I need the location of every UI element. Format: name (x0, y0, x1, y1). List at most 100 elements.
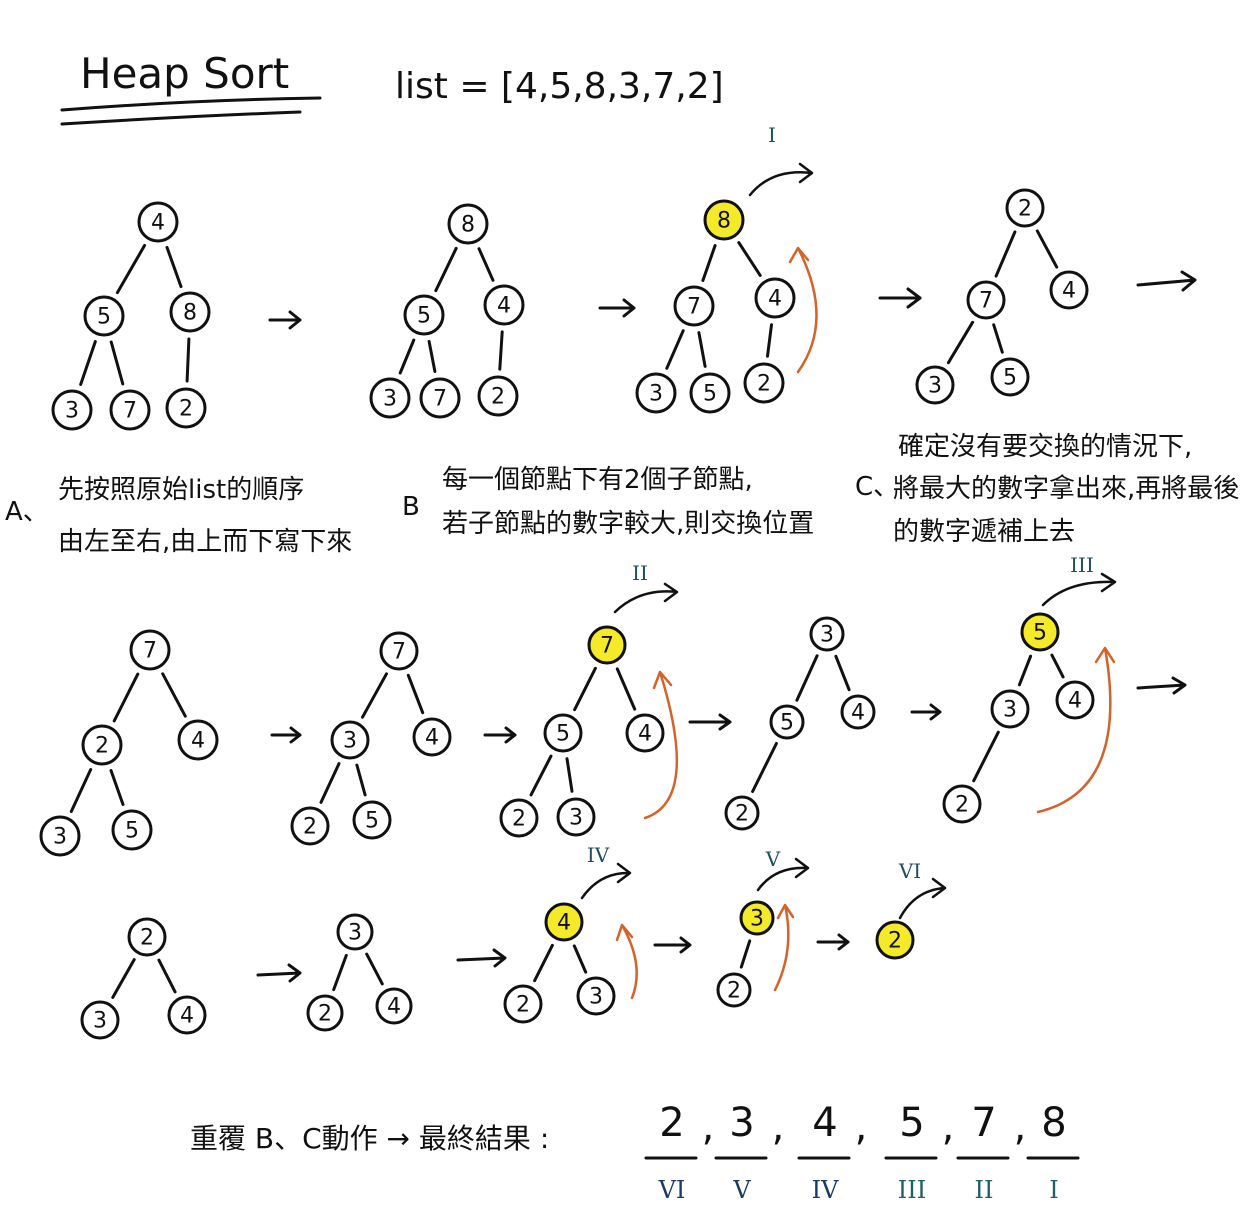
heap-node: 2 (290, 806, 330, 846)
heap-tree: 7 5 4 2 3 II (499, 561, 665, 838)
node-value: 4 (638, 722, 652, 747)
node-value: 3 (928, 374, 942, 399)
tree-edge (427, 340, 437, 373)
tree-edge (109, 769, 125, 806)
heap-node: 4 (1049, 270, 1089, 310)
result-order-label: V (732, 1176, 751, 1204)
heap-tree: 8 5 4 3 7 2 (369, 203, 525, 419)
node-value: 2 (512, 807, 526, 832)
result-order-label: II (975, 1176, 994, 1204)
heap-node: 3 (915, 365, 955, 405)
title-underline (60, 96, 322, 112)
step-b-line2: 若子節點的數字較大,則交換位置 (442, 509, 814, 539)
heap-tree: 4 2 3 IV (503, 843, 616, 1024)
result-row: 2VI, 3V, 4IV, 5III, 7II, 8I (644, 1100, 1080, 1204)
tree-edge (533, 943, 554, 983)
node-value: 3 (383, 387, 397, 412)
tree-edge (795, 654, 819, 702)
result-order-label: VI (658, 1176, 686, 1204)
heap-node: 3 (369, 377, 411, 419)
tree-edge (477, 247, 495, 282)
heap-tree: 2 3 4 (80, 917, 207, 1040)
flow-arrow (256, 963, 302, 983)
step-b-line1: 每一個節點下有2個子節點, (442, 465, 753, 495)
swap-arrow (615, 923, 638, 1000)
extract-arrow (580, 862, 632, 900)
tree-edge (701, 244, 717, 282)
node-value: 2 (516, 993, 530, 1018)
node-value: 2 (735, 802, 749, 827)
extract-order-label: VI (898, 859, 921, 883)
node-value: 8 (461, 213, 475, 238)
trees-layer: 45 83 7 285 43 7 287 43 5 2I27 43 572 43 573 42 575 42 3I… (39, 123, 1095, 1040)
tree-edge (751, 742, 778, 793)
heap-node: 3 (576, 976, 616, 1016)
result-value: 5 (899, 1100, 924, 1146)
flow-arrow (270, 726, 302, 744)
node-value: 4 (191, 729, 205, 754)
node-value: 2 (179, 397, 193, 422)
result-separator: , (855, 1104, 868, 1150)
node-value: 4 (180, 1004, 194, 1029)
flow-arrow (1136, 676, 1187, 695)
node-value: 4 (1062, 279, 1076, 304)
heap-node: 4 (625, 713, 665, 753)
step-b-marker: B (402, 492, 420, 522)
tree-edge (165, 245, 183, 289)
heap-node: 5 (769, 704, 805, 740)
node-value: 8 (183, 301, 197, 326)
tree-edge (69, 768, 93, 813)
node-value: 3 (1003, 698, 1017, 723)
heap-node: 4 (412, 717, 452, 757)
node-value: 2 (757, 372, 771, 397)
title-underline-2 (60, 110, 302, 126)
result-item: 2 VI, (644, 1100, 714, 1204)
node-value: 4 (151, 211, 165, 236)
heap-node: 7 (966, 280, 1006, 320)
result-separator: , (1014, 1104, 1027, 1150)
node-value: 5 (556, 722, 570, 747)
heap-node: 3 (635, 372, 677, 414)
heap-node: 3 (39, 815, 81, 857)
extracted-max-node: 7 (587, 625, 627, 665)
extracted-max-node: 3 (739, 900, 775, 936)
node-value: 3 (649, 382, 663, 407)
result-value: 3 (729, 1100, 754, 1146)
node-value: 4 (1068, 689, 1082, 714)
result-separator: , (942, 1104, 955, 1150)
heap-tree: 3 2 V (716, 847, 781, 1008)
heap-tree: 5 3 4 2 III (942, 553, 1095, 824)
tree-edge (573, 666, 597, 712)
heap-node: 5 (83, 295, 125, 337)
flow-arrow (653, 936, 692, 954)
extracted-max-node: 4 (544, 902, 584, 942)
heap-node: 4 (177, 719, 219, 761)
extract-arrow (613, 582, 679, 614)
result-item: 5 III, (884, 1100, 955, 1204)
tree-edge (572, 944, 588, 974)
node-value: 4 (387, 995, 401, 1020)
extract-order-label: III (1070, 553, 1094, 577)
tree-edge (739, 939, 752, 969)
heap-node: 3 (556, 797, 596, 837)
node-value: 3 (348, 921, 362, 946)
tree-edge (111, 958, 136, 999)
result-item: 8I (1026, 1100, 1080, 1204)
node-value: 2 (888, 929, 902, 954)
heap-node: 5 (352, 800, 392, 840)
extract-arrow (898, 877, 947, 920)
tree-edge (972, 730, 1000, 783)
heap-node: 5 (689, 372, 731, 414)
tree-edge (697, 331, 707, 368)
extracted-max-node: 8 (703, 199, 745, 241)
tree-edge (1035, 229, 1059, 269)
result-label: 重覆 B、C動作 → 最終結果 : (190, 1122, 549, 1155)
tree-edge (737, 241, 762, 277)
node-value: 5 (365, 809, 379, 834)
flow-arrow (1136, 270, 1197, 292)
heap-node: 5 (403, 294, 445, 336)
step-c-line2: 將最大的數字拿出來,再將最後 (893, 474, 1239, 504)
result-value: 4 (812, 1100, 837, 1146)
tree-edge (157, 958, 177, 994)
node-value: 4 (768, 287, 782, 312)
